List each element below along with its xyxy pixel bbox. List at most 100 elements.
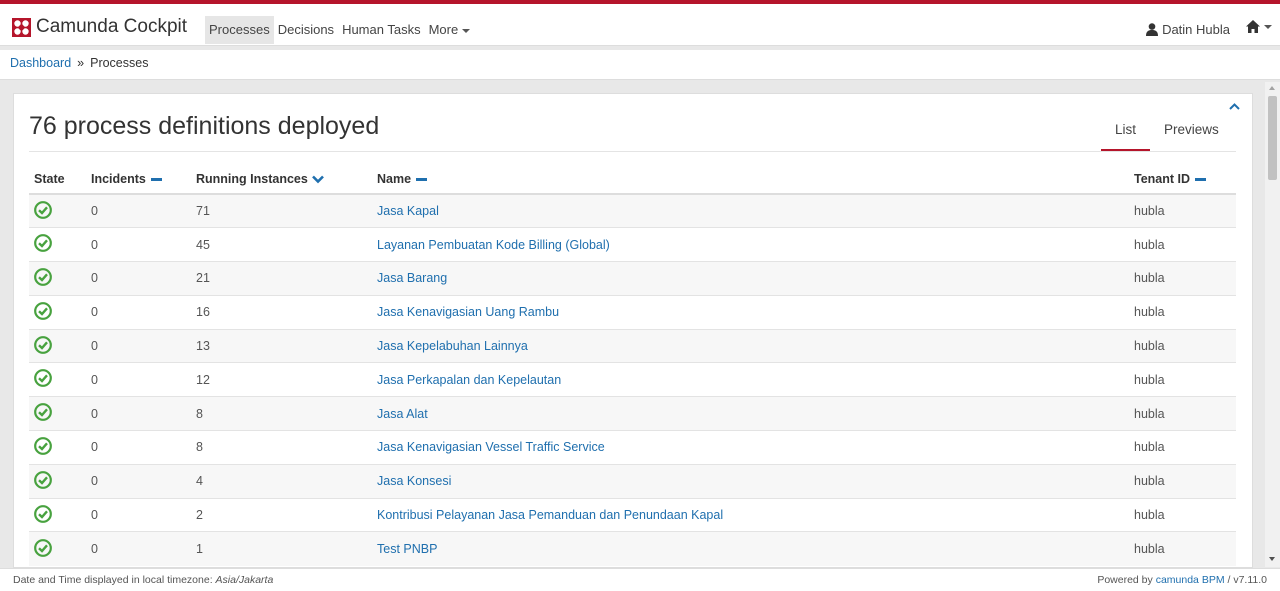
check-circle-icon: [34, 437, 52, 455]
process-definitions-table: State Incidents Running Instances Name T…: [29, 164, 1236, 566]
state-cell: [29, 328, 86, 363]
name-cell: Jasa Barang: [372, 261, 1129, 296]
process-definition-link[interactable]: Jasa Barang: [377, 271, 447, 285]
check-circle-icon: [34, 301, 52, 320]
brand[interactable]: Camunda Cockpit: [12, 14, 187, 40]
nav-decisions[interactable]: Decisions: [274, 16, 338, 44]
tenant-id-cell: hubla: [1129, 328, 1236, 363]
tenant-id-cell: hubla: [1129, 430, 1236, 465]
incidents-cell: 0: [86, 396, 191, 431]
top-navbar: Camunda Cockpit Processes Decisions Huma…: [0, 0, 1280, 46]
header-running-instances[interactable]: Running Instances: [191, 164, 372, 195]
process-definition-link[interactable]: Test PNBP: [377, 542, 437, 556]
running-instances-cell: 2: [191, 497, 372, 532]
process-definition-link[interactable]: Jasa Kenavigasian Uang Rambu: [377, 305, 559, 319]
table-row: 0 12 Jasa Perkapalan dan Kepelautan hubla: [29, 362, 1236, 397]
table-row: 0 2 Kontribusi Pelayanan Jasa Pemanduan da…: [29, 497, 1236, 532]
name-cell: Jasa Perkapalan dan Kepelautan: [372, 362, 1129, 397]
running-instances-cell: 8: [191, 396, 372, 431]
state-cell: [29, 193, 86, 228]
home-menu[interactable]: [1246, 20, 1272, 33]
scrollbar-thumb[interactable]: [1268, 96, 1277, 180]
tenant-id-cell: hubla: [1129, 261, 1236, 296]
table-row: 0 45 Layanan Pembuatan Kode Billing (Globa…: [29, 227, 1236, 262]
header-incidents[interactable]: Incidents: [86, 164, 191, 195]
camunda-bpm-link[interactable]: camunda BPM: [1156, 574, 1225, 586]
process-definition-link[interactable]: Jasa Alat: [377, 407, 428, 421]
process-definition-link[interactable]: Jasa Kenavigasian Vessel Traffic Service: [377, 440, 605, 454]
scroll-down-icon[interactable]: [1269, 557, 1275, 561]
tab-previews[interactable]: Previews: [1150, 114, 1233, 152]
collapse-icon[interactable]: [1229, 102, 1240, 110]
process-definitions-panel: 76 process definitions deployed List Pre…: [13, 93, 1253, 568]
process-definition-link[interactable]: Jasa Perkapalan dan Kepelautan: [377, 373, 561, 387]
table-row: 0 21 Jasa Barang hubla: [29, 261, 1236, 296]
tenant-id-cell: hubla: [1129, 362, 1236, 397]
camunda-logo-icon: [12, 17, 31, 37]
user-menu[interactable]: Datin Hubla: [1146, 22, 1230, 37]
incidents-cell: 0: [86, 227, 191, 262]
sort-none-icon[interactable]: [416, 177, 428, 181]
chevron-down-icon: [1264, 24, 1272, 29]
table-row: 0 71 Jasa Kapal hubla: [29, 193, 1236, 228]
process-definition-link[interactable]: Kontribusi Pelayanan Jasa Pemanduan dan …: [377, 508, 723, 522]
name-cell: Jasa Kenavigasian Uang Rambu: [372, 294, 1129, 330]
name-cell: Jasa Kenavigasian Vessel Traffic Service: [372, 430, 1129, 465]
chevron-down-icon: [462, 28, 471, 33]
page-scrollbar[interactable]: [1265, 82, 1280, 567]
check-circle-icon: [34, 234, 52, 253]
breadcrumb-current: Processes: [90, 56, 149, 70]
state-cell: [29, 430, 86, 465]
view-tabs: List Previews: [1101, 114, 1233, 152]
divider: [29, 151, 1236, 152]
user-icon: [1146, 23, 1159, 36]
running-instances-cell: 1: [191, 531, 372, 566]
process-definition-link[interactable]: Jasa Konsesi: [377, 474, 451, 488]
running-instances-cell: 8: [191, 430, 372, 465]
tab-list[interactable]: List: [1101, 114, 1151, 152]
name-cell: Jasa Kapal: [372, 193, 1129, 228]
version-label: / v7.11.0: [1224, 574, 1267, 586]
running-instances-cell: 45: [191, 227, 372, 262]
check-circle-icon: [34, 470, 52, 489]
process-definition-link[interactable]: Jasa Kapal: [377, 204, 439, 218]
check-circle-icon: [34, 369, 52, 388]
nav-more-label: More: [428, 22, 459, 37]
incidents-cell: 0: [86, 463, 191, 499]
name-cell: Layanan Pembuatan Kode Billing (Global): [372, 227, 1129, 262]
table-row: 0 1 Test PNBP hubla: [29, 531, 1236, 566]
footer: Date and Time displayed in local timezon…: [0, 568, 1280, 591]
sort-none-icon[interactable]: [1195, 177, 1207, 181]
incidents-cell: 0: [86, 193, 191, 228]
tenant-id-cell: hubla: [1129, 227, 1236, 262]
incidents-cell: 0: [86, 294, 191, 330]
header-state: State: [29, 164, 86, 195]
home-icon: [1246, 20, 1260, 33]
header-name[interactable]: Name: [372, 164, 1129, 195]
header-tenant-id[interactable]: Tenant ID: [1129, 164, 1236, 195]
table-row: 0 8 Jasa Kenavigasian Vessel Traffic Servi…: [29, 430, 1236, 465]
nav-human-tasks[interactable]: Human Tasks: [338, 16, 425, 44]
table-header-row: State Incidents Running Instances Name T…: [29, 164, 1236, 195]
table-row: 0 4 Jasa Konsesi hubla: [29, 463, 1236, 499]
timezone-value: Asia/Jakarta: [215, 574, 274, 586]
user-name: Datin Hubla: [1162, 22, 1230, 37]
check-circle-icon: [34, 200, 52, 219]
sort-none-icon[interactable]: [150, 177, 162, 181]
scroll-up-icon[interactable]: [1269, 86, 1275, 90]
sort-desc-icon[interactable]: [311, 175, 324, 184]
state-cell: [29, 497, 86, 532]
brand-title: Camunda Cockpit: [36, 16, 188, 37]
state-cell: [29, 227, 86, 262]
breadcrumb-dashboard[interactable]: Dashboard: [10, 56, 71, 70]
incidents-cell: 0: [86, 328, 191, 363]
nav-more[interactable]: More: [425, 16, 475, 44]
process-definition-link[interactable]: Jasa Kepelabuhan Lainnya: [377, 339, 528, 353]
nav-processes[interactable]: Processes: [205, 16, 274, 44]
check-circle-icon: [34, 268, 52, 286]
process-definition-link[interactable]: Layanan Pembuatan Kode Billing (Global): [377, 238, 610, 252]
powered-by-label: Powered by: [1097, 574, 1156, 586]
running-instances-cell: 21: [191, 261, 372, 296]
name-cell: Jasa Kepelabuhan Lainnya: [372, 328, 1129, 363]
running-instances-cell: 4: [191, 463, 372, 499]
